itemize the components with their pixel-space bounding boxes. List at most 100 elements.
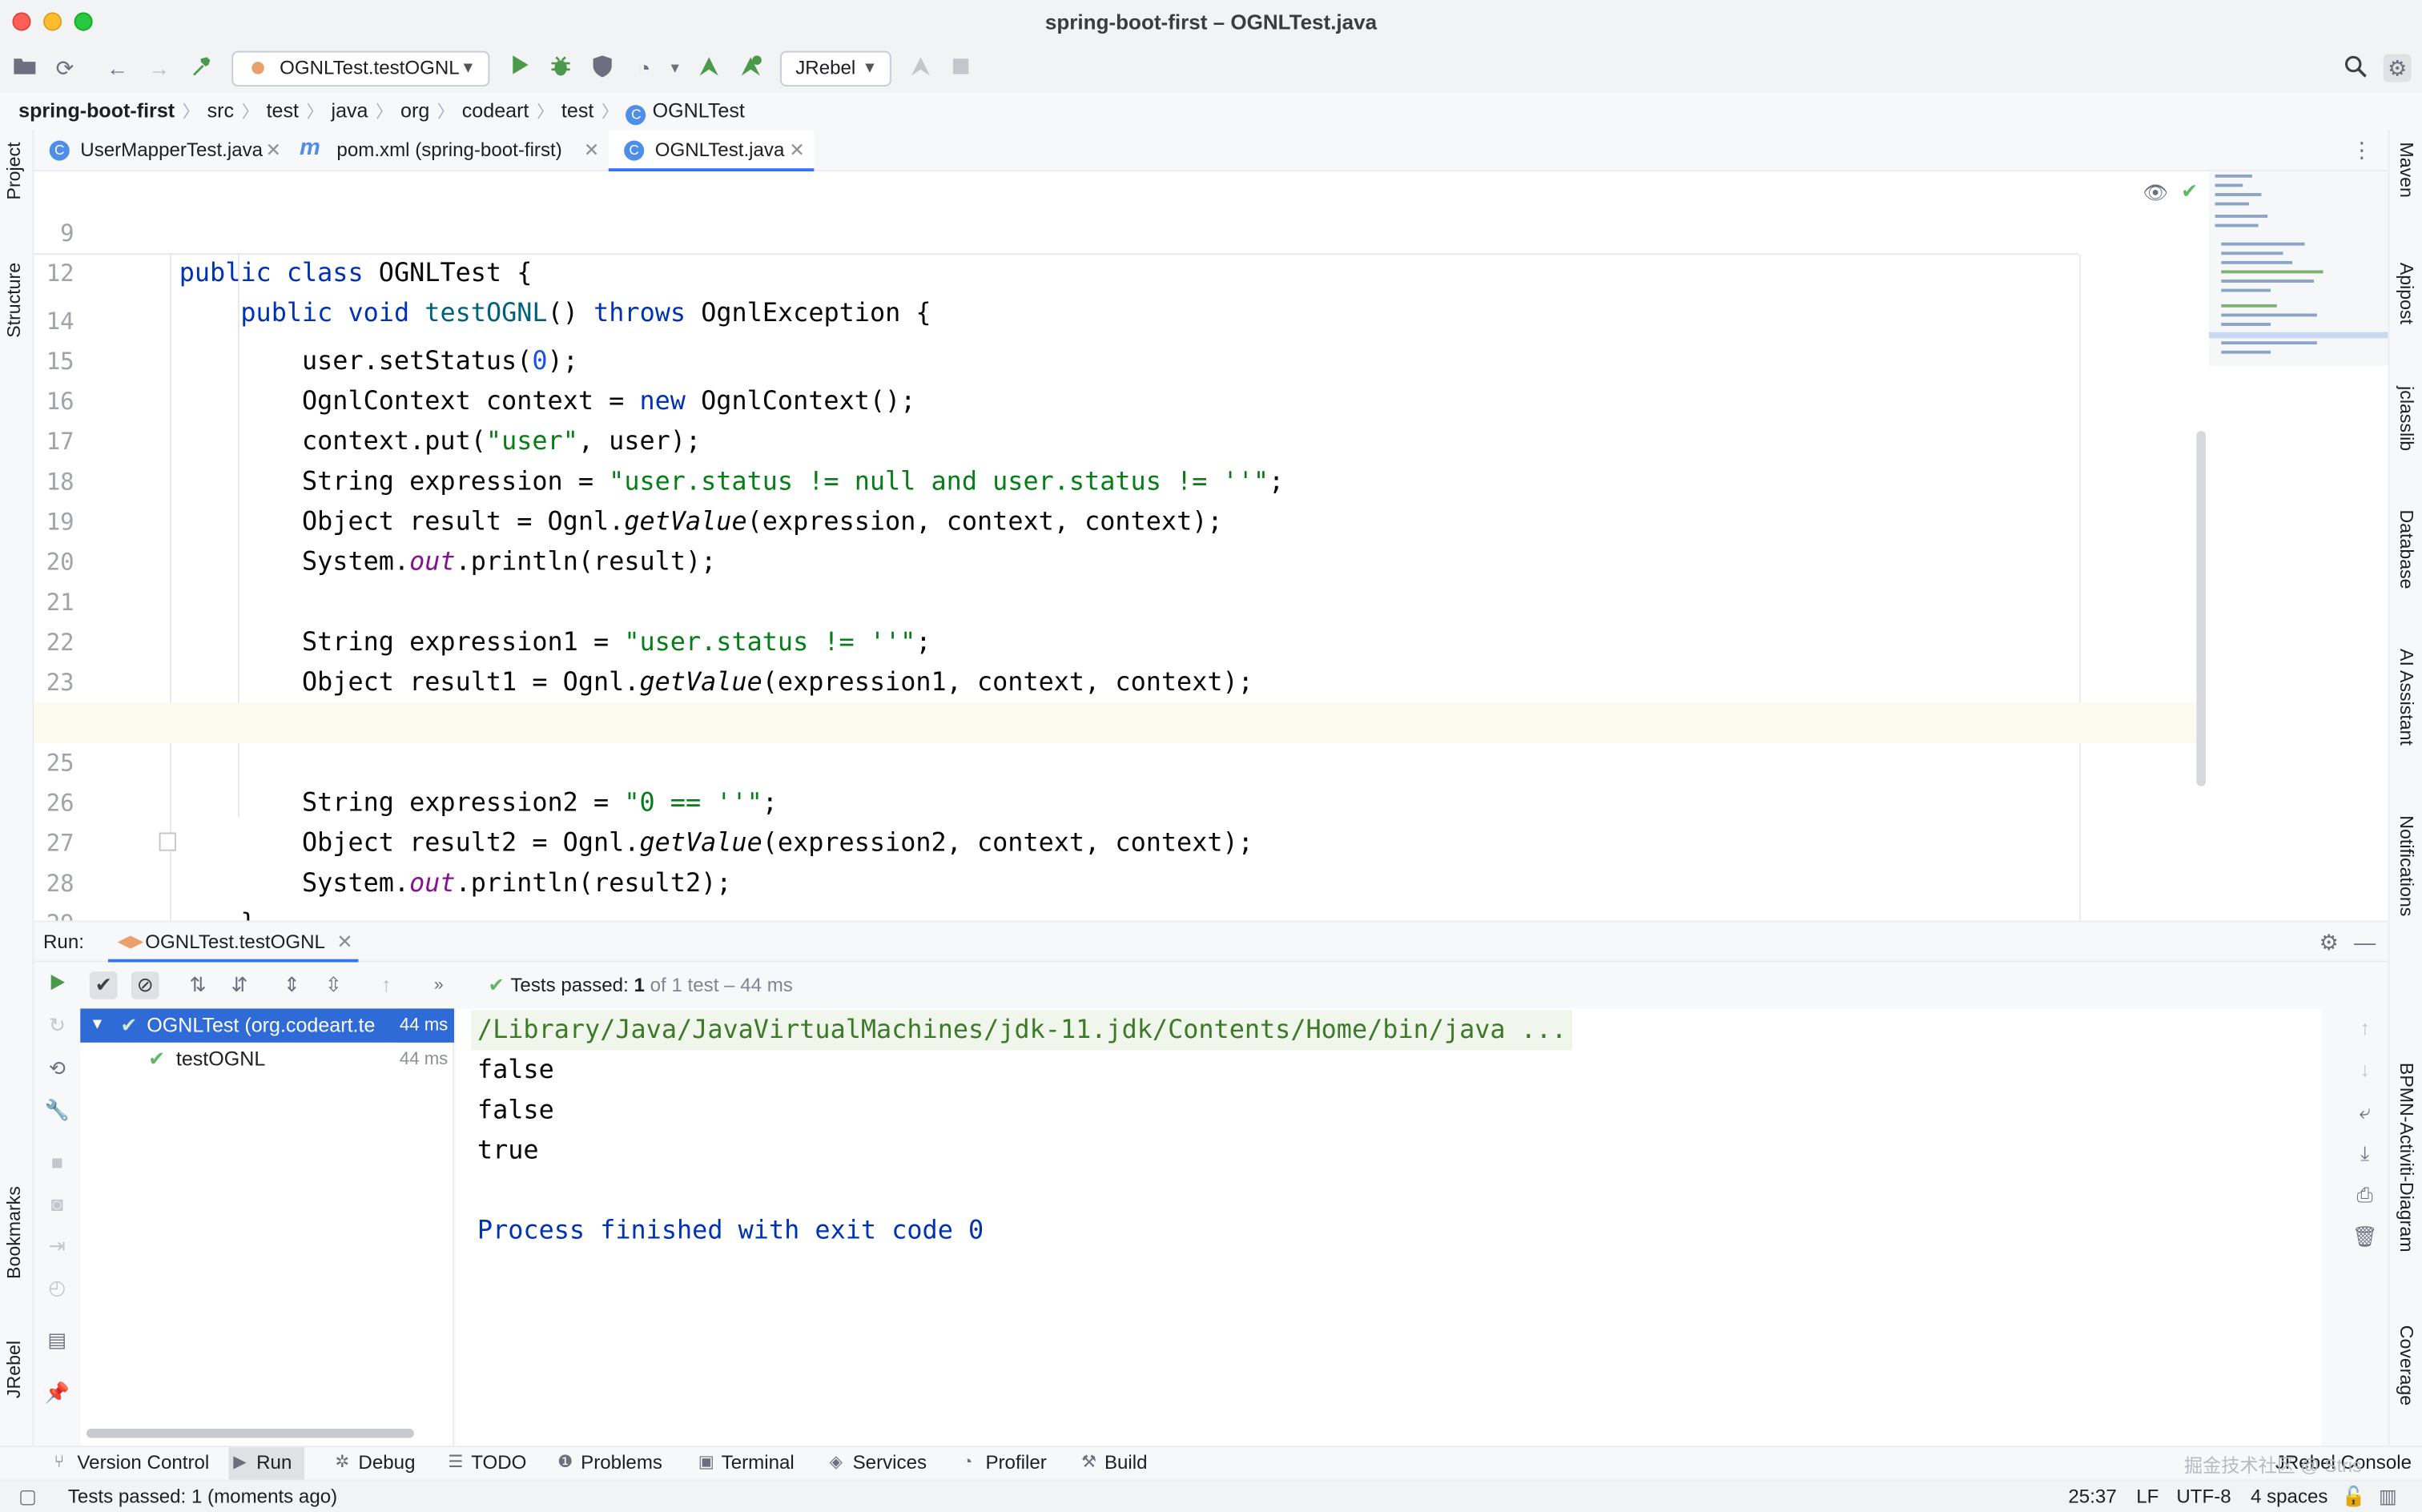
code-minimap[interactable] <box>2208 171 2388 367</box>
run-settings-gear-icon[interactable]: ⚙ <box>2319 922 2339 962</box>
tool-debug[interactable]: ✲ Debug <box>331 1447 424 1480</box>
pin-icon[interactable]: 📌 <box>43 1379 71 1407</box>
jrebel-select[interactable]: JRebel ▼ <box>779 50 891 87</box>
open-folder-icon[interactable] <box>11 54 39 82</box>
line-separator[interactable]: LF <box>2136 1482 2158 1512</box>
file-encoding[interactable]: UTF-8 <box>2176 1482 2231 1512</box>
jrebel-update-icon[interactable] <box>907 54 935 82</box>
soft-wrap-icon[interactable]: ⤶ <box>2351 1098 2379 1126</box>
previous-failed-test-icon[interactable]: ↑ <box>372 971 400 999</box>
jrebel-tool-button[interactable]: JRebel <box>3 1341 25 1398</box>
tool-problems[interactable]: ❶ Problems <box>553 1447 671 1480</box>
breadcrumb-project[interactable]: spring-boot-first <box>18 93 175 130</box>
sort-alphabetically-icon[interactable]: ⇅ <box>184 971 212 999</box>
camera-icon[interactable]: ◙ <box>43 1191 71 1219</box>
sort-by-duration-icon[interactable]: ⇵ <box>226 971 254 999</box>
bpmn-diagram-tool-button[interactable]: BPMN-Activiti-Diagram <box>2396 1063 2417 1253</box>
editor-vertical-scrollbar[interactable] <box>2196 431 2207 786</box>
profiler-icon[interactable]: ◔ <box>630 54 658 82</box>
reader-mode-icon[interactable]: 👁 <box>2142 181 2168 206</box>
run-icon[interactable] <box>505 54 533 82</box>
more-run-actions-chevron-icon[interactable]: ▼ <box>661 54 689 82</box>
jclasslib-tool-button[interactable]: jclasslib <box>2396 386 2417 451</box>
toggle-tool-windows-icon[interactable]: ▢ <box>18 1482 37 1512</box>
tree-horizontal-scrollbar[interactable] <box>86 1428 414 1438</box>
rerun-icon[interactable] <box>43 971 71 999</box>
show-passed-check-icon[interactable]: ✔ <box>89 971 118 999</box>
coverage-tool-button[interactable]: Coverage <box>2396 1325 2417 1405</box>
clear-trash-icon[interactable]: 🗑 <box>2351 1223 2379 1251</box>
tab-usermappertest[interactable]: C UserMapperTest.java ✕ <box>34 130 290 171</box>
toggle-auto-test-icon[interactable]: ⟲ <box>43 1055 71 1083</box>
bookmarks-tool-button[interactable]: Bookmarks <box>3 1186 25 1279</box>
maven-tool-button[interactable]: Maven <box>2396 142 2417 197</box>
status-message[interactable]: Tests passed: 1 (moments ago) <box>68 1482 337 1512</box>
wrench-icon[interactable]: 🔧 <box>43 1096 71 1124</box>
close-icon[interactable]: ✕ <box>266 130 281 171</box>
close-icon[interactable]: ✕ <box>336 922 352 962</box>
stop-icon[interactable]: ■ <box>43 1149 71 1177</box>
back-arrow-icon[interactable]: ← <box>103 54 131 82</box>
tree-item-testognl[interactable]: ✔ testOGNL 44 ms <box>80 1043 454 1076</box>
inspection-ok-check-icon[interactable]: ✔ <box>2181 179 2198 204</box>
forward-arrow-icon[interactable]: → <box>145 54 173 82</box>
memory-indicator-icon[interactable]: ▥ <box>2379 1482 2397 1512</box>
close-icon[interactable]: ✕ <box>584 130 599 171</box>
search-icon[interactable] <box>2342 54 2370 82</box>
breadcrumb-codeart[interactable]: codeart <box>462 93 529 130</box>
jrebel-run-icon[interactable] <box>695 54 723 82</box>
caret-position[interactable]: 25:37 <box>2068 1482 2116 1512</box>
tool-profiler[interactable]: ◔ Profiler <box>958 1447 1056 1480</box>
console-command-line[interactable]: /Library/Java/JavaVirtualMachines/jdk-11… <box>471 1010 1573 1051</box>
chevron-down-icon[interactable]: ▼ <box>90 1008 105 1042</box>
more-actions-icon[interactable]: » <box>424 971 453 999</box>
jrebel-debug-icon[interactable] <box>737 54 765 82</box>
breadcrumb-test[interactable]: test <box>267 93 299 130</box>
lock-icon[interactable]: 🔓 <box>2342 1482 2366 1512</box>
collapse-all-icon[interactable]: ⇳ <box>320 971 348 999</box>
layout-icon[interactable]: ▤ <box>43 1327 71 1355</box>
breadcrumb-class[interactable]: OGNLTest <box>653 93 745 130</box>
tool-version-control[interactable]: ⑂ Version Control <box>50 1447 219 1480</box>
breadcrumb-org[interactable]: org <box>400 93 429 130</box>
stop-icon[interactable] <box>947 54 975 82</box>
indent-setting[interactable]: 4 spaces <box>2251 1482 2327 1512</box>
scroll-down-icon[interactable]: ↓ <box>2351 1056 2379 1084</box>
tool-run[interactable]: ▶ Run <box>228 1447 304 1480</box>
expand-all-icon[interactable]: ⇕ <box>278 971 306 999</box>
sync-icon[interactable]: ⟳ <box>51 54 79 82</box>
ai-assistant-tool-button[interactable]: AI Assistant <box>2396 649 2417 746</box>
scroll-up-icon[interactable]: ↑ <box>2351 1015 2379 1043</box>
settings-gear-icon[interactable]: ⚙ <box>2383 54 2412 82</box>
console-output[interactable]: /Library/Java/JavaVirtualMachines/jdk-11… <box>455 1008 2322 1446</box>
history-icon[interactable]: ◴ <box>43 1274 71 1302</box>
print-icon[interactable]: ⎙ <box>2351 1181 2379 1209</box>
tool-build[interactable]: ⚒ Build <box>1076 1447 1157 1480</box>
rerun-failed-icon[interactable]: ↻ <box>43 1011 71 1040</box>
tool-terminal[interactable]: ▣ Terminal <box>694 1447 803 1480</box>
structure-tool-button[interactable]: Structure <box>3 263 25 338</box>
close-icon[interactable]: ✕ <box>789 130 804 171</box>
apipost-tool-button[interactable]: Apipost <box>2396 263 2417 324</box>
more-tabs-icon[interactable]: ⋮ <box>2351 138 2372 164</box>
breadcrumb-test-package[interactable]: test <box>561 93 593 130</box>
show-ignored-icon[interactable]: ⊘ <box>131 971 159 999</box>
breadcrumb-src[interactable]: src <box>207 93 234 130</box>
tab-ognltest[interactable]: C OGNLTest.java ✕ <box>608 130 815 172</box>
debug-bug-icon[interactable] <box>547 54 575 82</box>
fold-marker-icon[interactable] <box>159 832 176 851</box>
notifications-tool-button[interactable]: Notifications <box>2396 815 2417 916</box>
project-tool-button[interactable]: Project <box>3 142 25 199</box>
tree-item-ognltest[interactable]: ▼ ✔ OGNLTest (org.codeart.te 44 ms <box>80 1008 455 1043</box>
import-tests-icon[interactable]: ⇥ <box>43 1233 71 1261</box>
database-tool-button[interactable]: Database <box>2396 509 2417 589</box>
run-tab-ognltest[interactable]: ◀▶ OGNLTest.testOGNL ✕ <box>108 922 360 963</box>
hide-panel-icon[interactable]: — <box>2354 922 2376 962</box>
tab-pom-xml[interactable]: m pom.xml (spring-boot-first) ✕ <box>291 130 609 171</box>
scroll-to-end-icon[interactable]: ⤓ <box>2351 1140 2379 1168</box>
run-configuration-select[interactable]: OGNLTest.testOGNL ▼ <box>231 50 490 87</box>
tool-todo[interactable]: ☰ TODO <box>444 1447 537 1480</box>
breadcrumb-java[interactable]: java <box>332 93 368 130</box>
build-hammer-icon[interactable] <box>187 54 215 82</box>
coverage-shield-icon[interactable] <box>589 54 617 82</box>
